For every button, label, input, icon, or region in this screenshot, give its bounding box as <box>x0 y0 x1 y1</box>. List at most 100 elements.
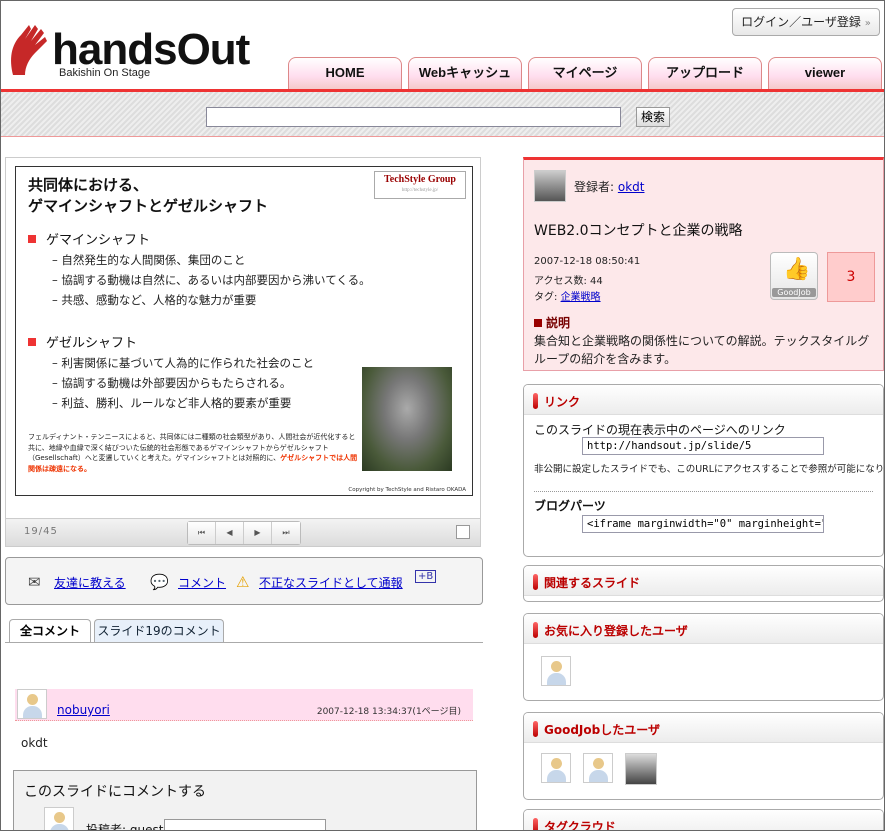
prev-page-icon[interactable]: ◀ <box>216 522 244 544</box>
tab-web-cache[interactable]: Webキャッシュ <box>408 57 522 89</box>
goodjob-users-title: GoodJobしたユーザ <box>544 723 660 737</box>
share-bar: ✉ 友達に教える 💬 コメント ⚠ 不正なスライドとして通報 +B <box>5 557 483 605</box>
panel-marker-icon <box>533 574 538 590</box>
upload-date: 2007-12-18 08:50:41 <box>534 256 641 267</box>
warning-icon: ⚠ <box>236 573 250 591</box>
first-page-icon[interactable]: ⏮ <box>188 522 216 544</box>
tab-all-comments[interactable]: 全コメント <box>9 619 91 643</box>
report-link[interactable]: 不正なスライドとして通報 <box>259 574 403 591</box>
slide-viewer: 共同体における、 ゲマインシャフトとゲゼルシャフト TechStyle Grou… <box>5 157 481 547</box>
hatena-bookmark-icon[interactable]: +B <box>415 570 437 583</box>
user-avatar-icon[interactable] <box>541 656 571 686</box>
private-slide-note: 非公開に設定したスライドでも、このURLにアクセスすることで参照が可能になります… <box>534 464 884 475</box>
registrant-link[interactable]: okdt <box>618 180 645 194</box>
goodjob-button[interactable]: 👍 GoodJob <box>770 252 818 300</box>
favorite-users-title: お気に入り登録したユーザ <box>544 624 688 638</box>
handsout-logo[interactable]: handsOut Bakishin On Stage <box>7 11 277 86</box>
next-page-icon[interactable]: ▶ <box>244 522 272 544</box>
slide-section-head: ゲゼルシャフト <box>28 332 137 351</box>
slide-title: 共同体における、 ゲマインシャフトとゲゼルシャフト <box>28 176 269 215</box>
link-panel-header: リンク <box>524 385 883 415</box>
slide-bullet: 協調する動機は自然に、あるいは内部要因から沸いてくる。 <box>52 272 370 288</box>
search-input[interactable] <box>206 107 621 127</box>
tab-home[interactable]: HOME <box>288 57 402 89</box>
description-text: 集合知と企業戦略の関係性についての解説。テックスタイルグループの紹介を含みます。 <box>534 334 870 366</box>
speech-bubble-icon: 💬 <box>150 573 169 591</box>
favorite-users-panel: お気に入り登録したユーザ <box>523 613 884 701</box>
goodjob-label: GoodJob <box>772 288 816 297</box>
slide-bullet: 利益、勝利、ルールなど非人格的要素が重要 <box>52 395 291 411</box>
comment-header: nobuyori 2007-12-18 13:34:37(1ページ目) <box>15 689 473 721</box>
search-button[interactable]: 検索 <box>636 107 670 127</box>
comment-item: nobuyori 2007-12-18 13:34:37(1ページ目) <box>15 689 473 721</box>
page-url-field[interactable]: http://handsout.jp/slide/5 <box>582 437 824 455</box>
access-count: アクセス数: 44 <box>534 276 603 287</box>
fullscreen-icon[interactable] <box>456 525 470 539</box>
tag-label: タグ: <box>534 292 561 303</box>
login-register-button[interactable]: ログイン／ユーザ登録 » <box>732 8 880 36</box>
goodjob-users-panel: GoodJobしたユーザ <box>523 712 884 800</box>
slide-copyright: Copyright by TechStyle and Ristaro OKADA <box>348 487 466 493</box>
slide-image: 共同体における、 ゲマインシャフトとゲゼルシャフト TechStyle Grou… <box>15 166 473 496</box>
registrant-avatar <box>534 170 566 202</box>
link-panel: リンク このスライドの現在表示中のページへのリンク http://handsou… <box>523 384 884 557</box>
tag-link[interactable]: 企業戦略 <box>561 292 601 303</box>
slide-footnote: フェルディナント・テンニースによると、共同体には二種類の社会類型があり、人間社会… <box>28 432 358 474</box>
goodjob-users-header: GoodJobしたユーザ <box>524 713 883 743</box>
favorite-users-header: お気に入り登録したユーザ <box>524 614 883 644</box>
hand-logo-icon <box>11 25 48 75</box>
last-page-icon[interactable]: ⏭ <box>272 522 300 544</box>
thumbs-up-icon: 👍 <box>783 257 811 282</box>
tab-viewer[interactable]: viewer <box>768 57 882 89</box>
tab-slide-comments[interactable]: スライド19のコメント <box>94 619 224 643</box>
registrant-label: 登録者: <box>574 180 618 194</box>
tag-cloud-header: タグクラウド <box>524 810 883 831</box>
techstyle-logo: TechStyle Group http://techstyle.jp/ <box>374 171 466 199</box>
slide-info-panel: 登録者: okdt WEB2.0コンセプトと企業の戦略 2007-12-18 0… <box>523 157 884 371</box>
slide-title-heading: WEB2.0コンセプトと企業の戦略 <box>534 223 743 239</box>
panel-marker-icon <box>533 622 538 638</box>
embed-code-field[interactable]: <iframe marginwidth="0" marginheight="0" <box>582 515 824 533</box>
brand-tagline: Bakishin On Stage <box>59 67 151 79</box>
page-indicator: 19/45 <box>24 526 58 537</box>
related-slides-header[interactable]: 関連するスライド <box>524 566 883 596</box>
slide-bullet: 共感、感動など、人格的な魅力が重要 <box>52 292 256 308</box>
poster-label: 投稿者: guest <box>86 823 164 831</box>
tag-row: タグ: 企業戦略 <box>534 288 601 303</box>
comment-input[interactable] <box>164 819 326 830</box>
slide-bullet: 協調する動機は外部要因からもたらされる。 <box>52 375 291 391</box>
description-heading: 説明 <box>534 314 570 331</box>
link-panel-title: リンク <box>544 395 581 409</box>
user-avatar-icon[interactable] <box>583 753 613 783</box>
slide-nav: ⏮ ◀ ▶ ⏭ <box>187 521 301 545</box>
tag-cloud-panel: タグクラウド <box>523 809 884 831</box>
mail-icon: ✉ <box>28 573 41 591</box>
comment-user-link[interactable]: nobuyori <box>57 703 110 717</box>
login-label: ログイン／ユーザ登録 <box>741 15 861 29</box>
tab-mypage[interactable]: マイページ <box>528 57 642 89</box>
user-avatar-icon <box>17 689 47 719</box>
comment-link[interactable]: コメント <box>178 574 226 591</box>
slide-bullet: 自然発生的な人間関係、集団のこと <box>52 252 245 268</box>
current-page-link-label: このスライドの現在表示中のページへのリンク <box>534 423 786 437</box>
comment-form: このスライドにコメントする 投稿者: guest <box>13 770 477 831</box>
tell-friend-link[interactable]: 友達に教える <box>54 574 126 591</box>
slide-logo-text: TechStyle Group <box>384 174 456 185</box>
panel-marker-icon <box>533 721 538 737</box>
user-avatar-icon[interactable] <box>541 753 571 783</box>
related-slides-panel: 関連するスライド <box>523 565 884 602</box>
comment-date: 2007-12-18 13:34:37(1ページ目) <box>316 707 461 717</box>
tag-cloud-title: タグクラウド <box>544 820 616 831</box>
panel-marker-icon <box>533 393 538 409</box>
registrant-row: 登録者: okdt <box>574 178 644 195</box>
comment-form-title: このスライドにコメントする <box>24 784 206 800</box>
main-nav: HOME Webキャッシュ マイページ アップロード viewer <box>288 57 884 89</box>
user-photo-avatar[interactable] <box>625 753 657 785</box>
panel-marker-icon <box>533 818 538 830</box>
comment-body: okdt <box>21 736 48 750</box>
slide-bullet: 利害関係に基づいて人為的に作られた社会のこと <box>52 355 314 371</box>
slide-section-head: ゲマインシャフト <box>28 229 150 248</box>
page-frame: handsOut Bakishin On Stage ログイン／ユーザ登録 » … <box>0 0 885 831</box>
blog-parts-label: ブログパーツ <box>534 499 606 513</box>
tab-upload[interactable]: アップロード <box>648 57 762 89</box>
